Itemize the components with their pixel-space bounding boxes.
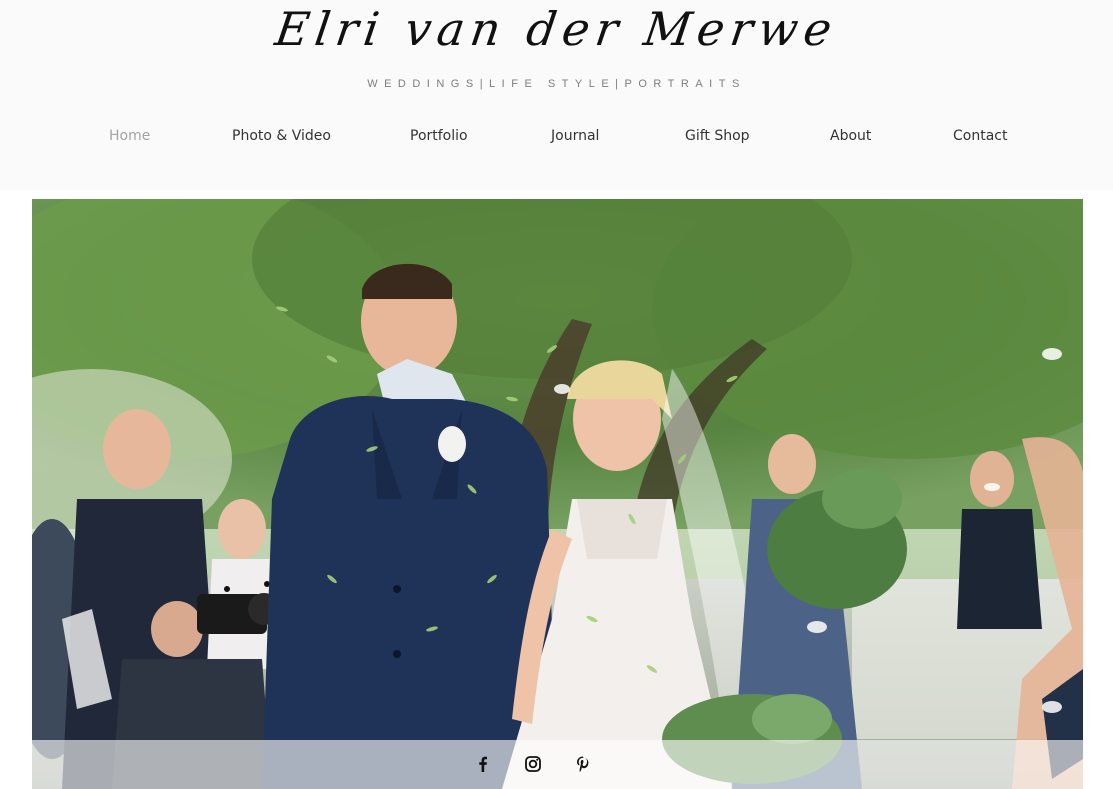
social-bar — [32, 740, 1083, 789]
page: Elri van der Merwe WEDDINGS|LIFE STYLE|P… — [0, 0, 1113, 789]
main-nav: Home Photo & Video Portfolio Journal Gif… — [0, 128, 1113, 152]
instagram-icon[interactable] — [523, 754, 543, 774]
site-header: Elri van der Merwe WEDDINGS|LIFE STYLE|P… — [0, 0, 1113, 190]
site-tagline: WEDDINGS|LIFE STYLE|PORTRAITS — [367, 78, 746, 90]
nav-item-journal[interactable]: Journal — [551, 128, 599, 144]
nav-item-gift-shop[interactable]: Gift Shop — [685, 128, 750, 144]
pinterest-icon[interactable] — [573, 754, 593, 774]
facebook-icon[interactable] — [473, 754, 493, 774]
nav-item-about[interactable]: About — [830, 128, 871, 144]
site-logo[interactable]: Elri van der Merwe — [0, 2, 1113, 56]
hero-image — [32, 199, 1083, 789]
nav-item-home[interactable]: Home — [109, 128, 150, 144]
nav-item-contact[interactable]: Contact — [953, 128, 1007, 144]
wedding-photo — [32, 199, 1083, 789]
nav-item-photo-video[interactable]: Photo & Video — [232, 128, 331, 144]
nav-item-portfolio[interactable]: Portfolio — [410, 128, 468, 144]
